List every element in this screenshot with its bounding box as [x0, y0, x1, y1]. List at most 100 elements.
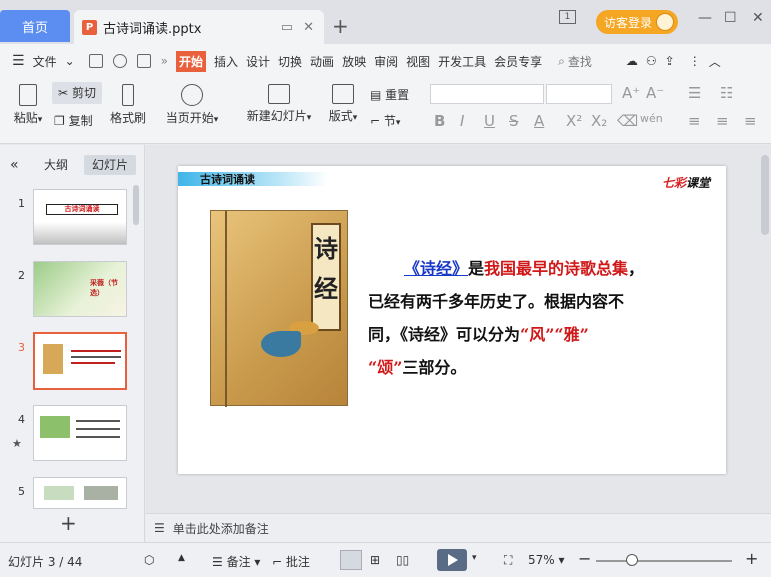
- slide-thumbnail-1[interactable]: 古诗词诵读: [33, 189, 127, 245]
- zoom-slider[interactable]: [596, 560, 732, 562]
- thumb4-image: [40, 416, 70, 438]
- reading-view-icon[interactable]: ▯▯: [396, 553, 409, 567]
- maximize-icon[interactable]: ☐: [724, 10, 737, 26]
- copy-button[interactable]: ❐ 复制: [54, 112, 93, 129]
- align-center-icon[interactable]: ≡: [716, 112, 729, 130]
- slide-thumbnail-5[interactable]: [33, 477, 127, 509]
- close-window-icon[interactable]: ✕: [752, 10, 764, 26]
- menu-item-transition[interactable]: 切换: [278, 53, 302, 70]
- comment-button[interactable]: ⌐ 批注: [272, 553, 310, 570]
- menu-item-design[interactable]: 设计: [246, 53, 270, 70]
- paste-icon: [19, 84, 37, 106]
- close-tab-icon[interactable]: ✕: [303, 20, 314, 35]
- home-tab[interactable]: 首页: [0, 10, 70, 42]
- more-options-icon[interactable]: ⋮: [689, 54, 701, 68]
- tab-slides[interactable]: 幻灯片: [84, 155, 137, 175]
- eraser-icon[interactable]: ⌫: [617, 112, 638, 130]
- menu-item-file[interactable]: 文件: [33, 53, 57, 70]
- undo-icon[interactable]: [112, 54, 127, 68]
- document-tab[interactable]: P 古诗词诵读.pptx ▭ ✕: [74, 10, 324, 44]
- print-icon[interactable]: [136, 54, 151, 68]
- font-family-select[interactable]: [430, 84, 544, 104]
- new-slide-button[interactable]: 新建幻灯片▾: [244, 84, 314, 124]
- chevron-down-icon[interactable]: ⌄: [65, 54, 75, 68]
- menu-item-animation[interactable]: 动画: [310, 53, 334, 70]
- cube-icon[interactable]: ⬡: [144, 553, 154, 567]
- layout-button[interactable]: 版式▾: [325, 84, 361, 124]
- new-slide-icon: [268, 84, 290, 104]
- collapse-panel-icon[interactable]: «: [2, 155, 27, 175]
- vertical-scrollbar[interactable]: [761, 155, 769, 235]
- superscript-button[interactable]: X²: [566, 112, 582, 130]
- reset-button[interactable]: ▤ 重置: [370, 86, 409, 103]
- zoom-level[interactable]: 57% ▾: [528, 553, 565, 567]
- share-icon[interactable]: ⇪: [665, 54, 675, 68]
- menu-item-member[interactable]: 会员专享: [494, 53, 542, 70]
- share-user-icon[interactable]: ⚇: [646, 54, 657, 68]
- format-painter-button[interactable]: 格式刷: [108, 84, 148, 126]
- numbered-list-icon[interactable]: ☷: [720, 84, 733, 102]
- search-label[interactable]: 查找: [568, 53, 592, 70]
- comment-button-label: 批注: [285, 555, 310, 569]
- italic-button[interactable]: I: [460, 112, 464, 130]
- normal-view-icon[interactable]: [340, 550, 362, 570]
- menu-item-developer[interactable]: 开发工具: [438, 53, 486, 70]
- bullet-list-icon[interactable]: ☰: [688, 84, 701, 102]
- panel-scrollbar[interactable]: [133, 185, 139, 225]
- slide-sorter-icon[interactable]: ⊞: [370, 553, 380, 567]
- underline-button[interactable]: U: [484, 112, 495, 130]
- red-text: “风”“雅”: [520, 325, 589, 344]
- menu-item-slideshow[interactable]: 放映: [342, 53, 366, 70]
- more-icon[interactable]: »: [161, 54, 168, 68]
- pinyin-button[interactable]: wén: [640, 112, 663, 125]
- fit-window-icon[interactable]: ⛶: [504, 553, 512, 568]
- slide-thumbnail-2[interactable]: 采薇（节选）: [33, 261, 127, 317]
- bird-decoration-2: [261, 331, 301, 357]
- zoom-slider-handle[interactable]: [626, 554, 638, 566]
- strikethrough-button[interactable]: S: [509, 112, 519, 130]
- start-current-slide-button[interactable]: 当页开始▾: [164, 84, 220, 126]
- add-tab-button[interactable]: +: [332, 14, 349, 38]
- play-options-icon[interactable]: ▾: [472, 553, 477, 563]
- subscript-button[interactable]: X₂: [591, 112, 607, 130]
- align-left-icon[interactable]: ≡: [688, 112, 701, 130]
- font-size-select[interactable]: [546, 84, 612, 104]
- search-icon[interactable]: ⌕: [558, 54, 565, 69]
- page-badge-icon[interactable]: 1: [559, 10, 576, 24]
- align-right-icon[interactable]: ≡: [744, 112, 757, 130]
- zoom-in-button[interactable]: +: [745, 549, 758, 568]
- slide-thumbnail-4[interactable]: [33, 405, 127, 461]
- save-icon[interactable]: [88, 54, 103, 68]
- menu-item-insert[interactable]: 插入: [214, 53, 238, 70]
- menu-item-view[interactable]: 视图: [406, 53, 430, 70]
- notes-pane[interactable]: ☰ 单击此处添加备注: [146, 513, 771, 542]
- minimize-icon[interactable]: —: [698, 10, 712, 26]
- bold-button[interactable]: B: [434, 112, 445, 130]
- menu-item-home[interactable]: 开始: [175, 50, 206, 72]
- play-slideshow-button[interactable]: [437, 549, 467, 571]
- increase-font-icon[interactable]: A⁺: [622, 84, 640, 102]
- reset-label: 重置: [385, 88, 410, 102]
- visitor-login-button[interactable]: 访客登录: [596, 10, 678, 34]
- zoom-out-button[interactable]: −: [578, 549, 591, 568]
- copy-icon: ❐: [54, 114, 65, 128]
- font-color-button[interactable]: A: [534, 112, 544, 130]
- notes-button[interactable]: ☰ 备注 ▾: [212, 553, 260, 570]
- collapse-ribbon-icon[interactable]: ︿: [709, 53, 721, 70]
- menu-item-review[interactable]: 审阅: [374, 53, 398, 70]
- slide-canvas[interactable]: 古诗词诵读 七彩课堂 诗经 《诗经》是我国最早的诗歌总集， 已经有两千多年历史了…: [178, 166, 726, 474]
- thumb-number-3: 3: [18, 341, 25, 354]
- decrease-font-icon[interactable]: A⁻: [646, 84, 664, 102]
- paste-button[interactable]: 粘贴▾: [10, 84, 46, 126]
- add-slide-button[interactable]: +: [60, 511, 77, 535]
- hamburger-icon[interactable]: ☰: [12, 53, 25, 69]
- section-button[interactable]: ⌐ 节▾: [370, 112, 400, 129]
- format-painter-label: 格式刷: [109, 111, 146, 125]
- tab-outline[interactable]: 大纲: [36, 155, 76, 175]
- slide-thumbnail-3[interactable]: [33, 332, 127, 390]
- monitor-icon[interactable]: ▭: [281, 20, 293, 35]
- caret-up-icon[interactable]: ▲: [178, 553, 185, 563]
- book-cover-title: 诗经: [311, 223, 341, 331]
- cut-button[interactable]: ✂ 剪切: [52, 82, 102, 104]
- cloud-icon[interactable]: ☁: [626, 54, 638, 68]
